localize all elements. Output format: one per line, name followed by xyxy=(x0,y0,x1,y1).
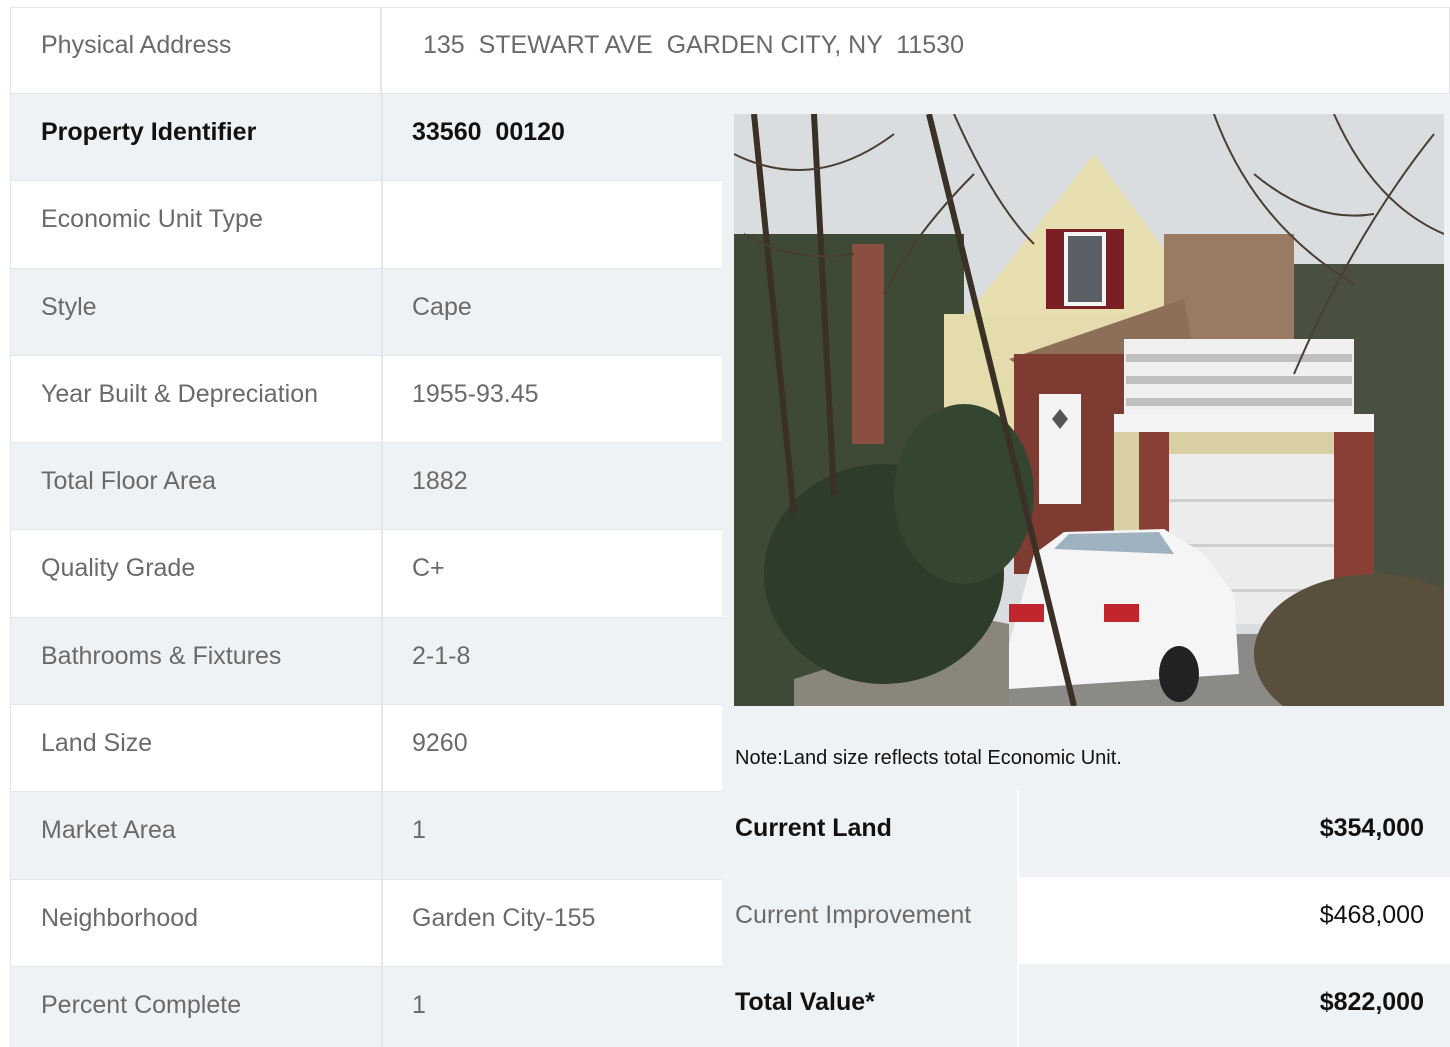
market-area-value: 1 xyxy=(412,816,426,845)
property-photo[interactable] xyxy=(734,114,1444,706)
land-size-note: Note:Land size reflects total Economic U… xyxy=(735,747,1122,769)
quality-grade-value: C+ xyxy=(412,554,445,583)
table-row: Property Identifier 33560 00120 xyxy=(10,94,722,182)
physical-address-label: Physical Address xyxy=(11,8,382,93)
bathrooms-fixtures-label: Bathrooms & Fixtures xyxy=(41,641,282,670)
current-improvement-row: Current Improvement $468,000 xyxy=(722,877,1450,964)
year-built-label: Year Built & Depreciation xyxy=(41,379,319,408)
quality-grade-label: Quality Grade xyxy=(41,554,196,583)
current-land-label: Current Land xyxy=(735,814,892,842)
percent-complete-value: 1 xyxy=(412,990,426,1019)
table-row: Bathrooms & Fixtures 2-1-8 xyxy=(10,617,722,706)
total-value-label: Total Value* xyxy=(735,988,875,1016)
property-identifier-value: 33560 00120 xyxy=(412,118,565,146)
current-improvement-value: $468,000 xyxy=(1319,901,1424,929)
table-row: Market Area 1 xyxy=(10,792,722,880)
current-improvement-label: Current Improvement xyxy=(735,901,972,929)
percent-complete-label: Percent Complete xyxy=(41,990,242,1019)
land-size-label: Land Size xyxy=(41,729,153,758)
land-size-value: 9260 xyxy=(412,729,468,758)
physical-address-row: Physical Address 135 STEWART AVE GARDEN … xyxy=(10,7,1450,94)
table-row: Style Cape xyxy=(10,268,722,356)
table-row: Economic Unit Type xyxy=(10,181,722,269)
table-row: Neighborhood Garden City-155 xyxy=(10,879,722,967)
table-row: Percent Complete 1 xyxy=(10,966,722,1047)
table-row: Total Floor Area 1882 xyxy=(10,443,722,531)
neighborhood-label: Neighborhood xyxy=(41,903,199,932)
property-details-table: Property Identifier 33560 00120 Economic… xyxy=(10,94,722,1047)
property-identifier-label: Property Identifier xyxy=(41,118,257,146)
physical-address-value: 135 STEWART AVE GARDEN CITY, NY 11530 xyxy=(423,31,964,59)
total-floor-area-value: 1882 xyxy=(412,467,468,496)
table-row: Quality Grade C+ xyxy=(10,530,722,618)
bathrooms-fixtures-value: 2-1-8 xyxy=(412,641,471,670)
total-floor-area-label: Total Floor Area xyxy=(41,467,217,496)
current-land-row: Current Land $354,000 xyxy=(722,790,1450,877)
total-value-value: $822,000 xyxy=(1319,988,1424,1016)
market-area-label: Market Area xyxy=(41,816,176,845)
current-land-value: $354,000 xyxy=(1319,814,1424,842)
style-value: Cape xyxy=(412,292,472,321)
year-built-value: 1955-93.45 xyxy=(412,379,539,408)
economic-unit-type-label: Economic Unit Type xyxy=(41,205,263,234)
neighborhood-value: Garden City-155 xyxy=(412,903,596,932)
style-label: Style xyxy=(41,292,97,321)
table-row: Year Built & Depreciation 1955-93.45 xyxy=(10,355,722,444)
total-value-row: Total Value* $822,000 xyxy=(722,964,1450,1047)
property-summary-panel: Note:Land size reflects total Economic U… xyxy=(722,94,1450,1047)
table-row: Land Size 9260 xyxy=(10,705,722,793)
